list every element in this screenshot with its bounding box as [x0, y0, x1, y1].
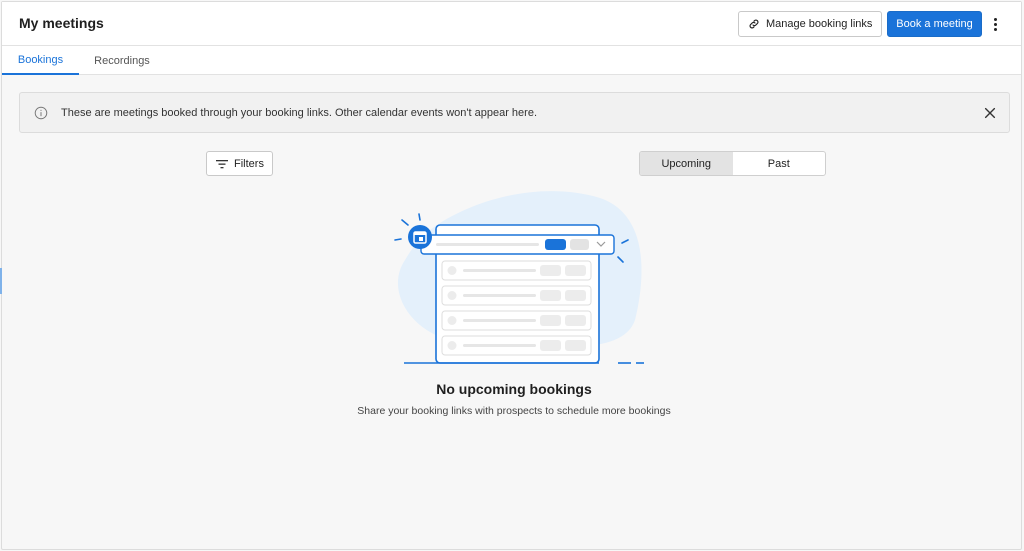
segment-upcoming-label: Upcoming: [661, 157, 712, 170]
segment-past[interactable]: Past: [733, 152, 826, 175]
calendar-icon: [408, 225, 432, 249]
segment-past-label: Past: [767, 157, 790, 170]
empty-state-title: No upcoming bookings: [436, 381, 592, 397]
manage-booking-links-label: Manage booking links: [766, 18, 873, 30]
tab-bookings[interactable]: Bookings: [2, 46, 79, 75]
more-vertical-icon[interactable]: [988, 14, 1002, 34]
link-icon: [749, 19, 759, 29]
page-header: My meetings Manage booking links Book a …: [2, 2, 1021, 46]
tab-bar: Bookings Recordings: [2, 46, 1021, 75]
tab-recordings[interactable]: Recordings: [84, 46, 160, 75]
empty-state-subtitle: Share your booking links with prospects …: [357, 405, 671, 417]
manage-booking-links-button[interactable]: Manage booking links: [738, 11, 882, 37]
edge-accent: [0, 268, 2, 294]
info-banner-text: These are meetings booked through your b…: [61, 107, 537, 119]
page-title: My meetings: [19, 15, 104, 31]
filters-button[interactable]: Filters: [206, 151, 273, 176]
filters-label: Filters: [234, 157, 264, 170]
tab-bookings-label: Bookings: [17, 53, 64, 66]
close-icon[interactable]: [983, 106, 997, 120]
app-frame: My meetings Manage booking links Book a …: [1, 1, 1022, 550]
filter-icon: [216, 159, 228, 168]
tab-recordings-label: Recordings: [94, 54, 150, 67]
time-segmented-control: Upcoming Past: [639, 151, 826, 176]
info-icon: [34, 106, 48, 120]
segment-upcoming[interactable]: Upcoming: [640, 152, 733, 175]
empty-calendar-illustration: [394, 191, 644, 364]
info-banner: These are meetings booked through your b…: [19, 92, 1010, 133]
book-meeting-label: Book a meeting: [896, 18, 973, 30]
book-meeting-button[interactable]: Book a meeting: [887, 11, 982, 37]
